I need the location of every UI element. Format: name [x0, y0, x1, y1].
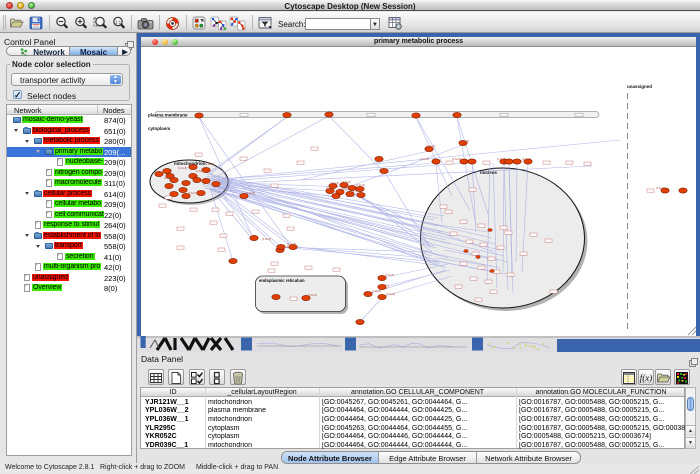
svg-text:[1.0e-8]: [1.0e-8] [386, 292, 395, 296]
svg-text:[1.0e-8]: [1.0e-8] [308, 293, 317, 297]
svg-text:[1.0e-8]: [1.0e-8] [196, 169, 205, 173]
svg-text:unassigned: unassigned [627, 84, 652, 89]
svg-text:[1.0e-8]: [1.0e-8] [338, 187, 347, 191]
svg-text:[1.0e-8]: [1.0e-8] [522, 157, 531, 161]
svg-text:[1.0e-8]: [1.0e-8] [280, 245, 289, 249]
svg-text:[1.0e-8]: [1.0e-8] [356, 183, 365, 187]
svg-text:[1.0e-8]: [1.0e-8] [426, 144, 435, 148]
svg-text:[1.0e-8]: [1.0e-8] [385, 273, 394, 277]
svg-text:f(x): f(x) [640, 373, 653, 383]
svg-text:[1.0e-8]: [1.0e-8] [352, 189, 361, 193]
svg-text:[1.0e-8]: [1.0e-8] [342, 180, 351, 184]
svg-text:[1.0e-8]: [1.0e-8] [188, 191, 197, 195]
svg-text:[1.0e-8]: [1.0e-8] [497, 157, 506, 161]
svg-text:cytoplasm: cytoplasm [148, 126, 170, 131]
svg-text:[1.0e-8]: [1.0e-8] [178, 166, 187, 170]
svg-text:[1.0e-8]: [1.0e-8] [330, 181, 339, 185]
svg-text:[1.0e-8]: [1.0e-8] [164, 176, 173, 180]
svg-text:[1.0e-8]: [1.0e-8] [372, 289, 381, 293]
svg-text:[1.0e-8]: [1.0e-8] [246, 191, 255, 195]
svg-text:1:1: 1:1 [115, 19, 122, 24]
svg-text:[1.0e-8]: [1.0e-8] [346, 194, 355, 198]
svg-text:[1.0e-8]: [1.0e-8] [262, 237, 271, 241]
svg-text:plasma membrane: plasma membrane [148, 113, 188, 118]
svg-text:[1.0e-8]: [1.0e-8] [656, 186, 665, 190]
svg-text:[1.0e-8]: [1.0e-8] [420, 157, 429, 161]
svg-text:[1.0e-8]: [1.0e-8] [205, 162, 214, 166]
svg-text:[1.0e-8]: [1.0e-8] [326, 186, 335, 190]
svg-text:[1.0e-8]: [1.0e-8] [460, 139, 469, 143]
svg-text:[1.0e-8]: [1.0e-8] [452, 157, 461, 161]
svg-text:endoplasmic reticulum: endoplasmic reticulum [259, 278, 305, 283]
